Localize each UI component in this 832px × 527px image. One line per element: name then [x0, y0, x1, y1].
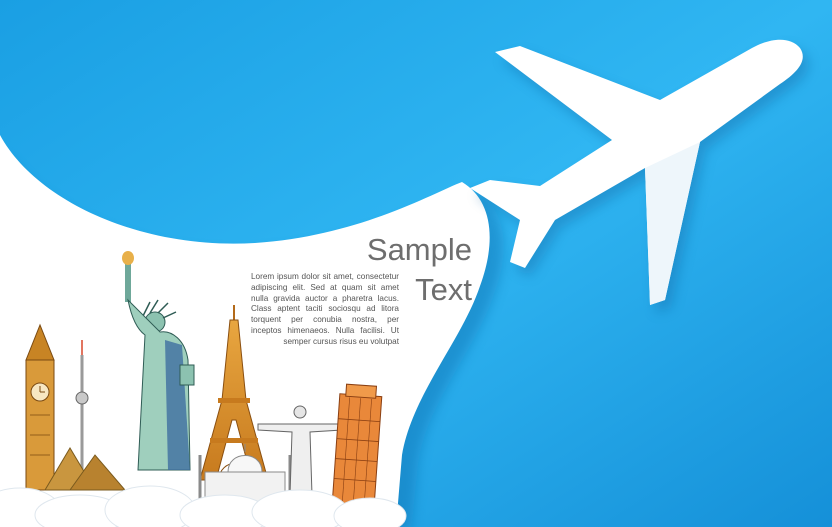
leaning-tower-icon	[331, 383, 383, 507]
travel-banner: Sample Text Lorem ipsum dolor sit amet, …	[0, 0, 832, 527]
big-ben-icon	[25, 323, 55, 491]
headline-line-1: Sample	[366, 232, 472, 267]
body-paragraph: Lorem ipsum dolor sit amet, consectetur …	[251, 272, 399, 346]
